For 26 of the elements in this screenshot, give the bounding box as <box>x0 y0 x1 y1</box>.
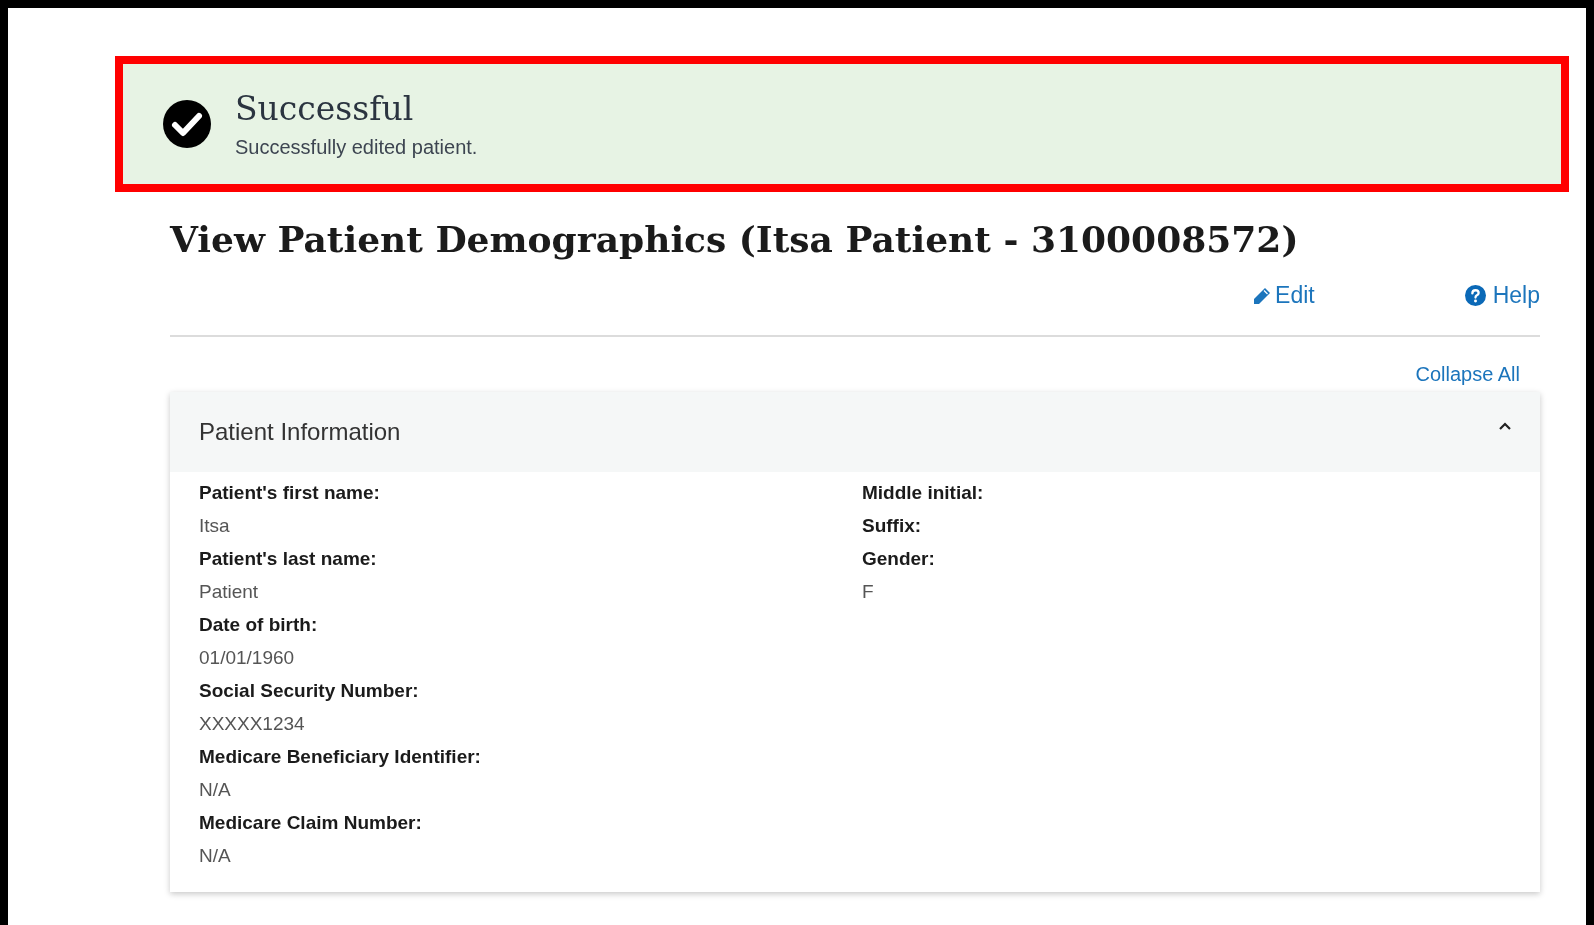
field-label: Middle initial: <box>862 481 985 505</box>
collapse-all-link[interactable]: Collapse All <box>1415 363 1520 386</box>
field-value: N/A <box>199 778 232 802</box>
action-link[interactable]: Edit <box>1252 282 1315 309</box>
field-value: N/A <box>199 844 232 868</box>
field-label: Medicare Claim Number: <box>199 811 423 835</box>
field-label: Social Security Number: <box>199 679 420 703</box>
field-label: Suffix: <box>862 514 923 538</box>
field-label: Patient's last name: <box>199 547 378 571</box>
pencil-icon <box>1252 285 1273 306</box>
field-label: Medicare Beneficiary Identifier: <box>199 745 482 769</box>
field-value: Itsa <box>199 514 231 538</box>
field-value: XXXXX1234 <box>199 712 306 736</box>
panel-header[interactable]: Patient Information <box>170 392 1540 472</box>
field-value: 01/01/1960 <box>199 646 296 670</box>
field-value: Patient <box>199 580 260 604</box>
alert-message: Successfully edited patient. <box>235 136 478 159</box>
field-label: Date of birth: <box>199 613 319 637</box>
page-title: View Patient Demographics (Itsa Patient - 3100008572) <box>170 218 1300 260</box>
field-label: Gender: <box>862 547 936 571</box>
action-link[interactable]: Help <box>1464 282 1540 309</box>
alert-title: Successful <box>235 89 415 128</box>
help-icon <box>1464 285 1486 306</box>
field-value: F <box>862 580 875 604</box>
check-circle-icon <box>163 100 211 148</box>
field-label: Patient's first name: <box>199 481 381 505</box>
